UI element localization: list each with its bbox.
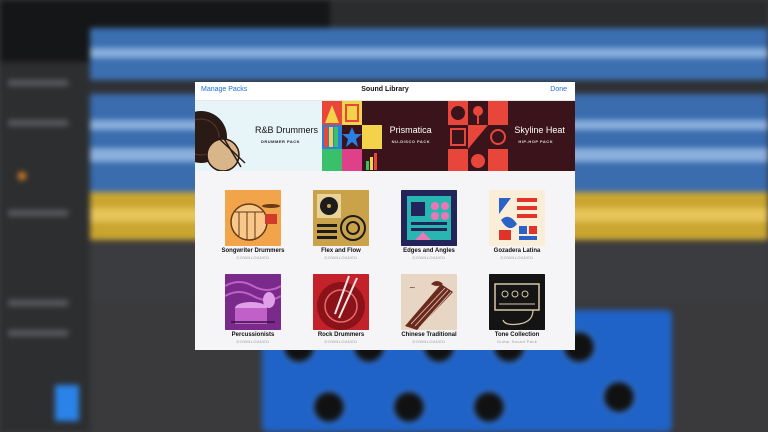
featured-banners: R&B Drummers DRUMMER PACK Prismatica NU-…: [195, 101, 575, 172]
banner-prismatica[interactable]: Prismatica NU-DISCO PACK: [321, 101, 449, 172]
drum-kit-icon: [195, 111, 246, 172]
pack-chinese-traditional[interactable]: ~ Chinese Traditional DOWNLOADED: [385, 274, 473, 344]
pack-status: DOWNLOADED: [324, 339, 358, 344]
pack-status: DOWNLOADED: [500, 255, 534, 260]
banner-skyline-heat[interactable]: Skyline Heat HIP-HOP PACK: [448, 101, 575, 172]
banner-rnb-drummers[interactable]: R&B Drummers DRUMMER PACK: [195, 101, 322, 172]
pack-status: Guitar Sound Pack: [496, 339, 538, 344]
abstract-pattern-icon: [489, 190, 545, 246]
drum-kit-icon: [225, 190, 281, 246]
pack-name: Chinese Traditional: [401, 332, 457, 338]
banner-subtitle: NU-DISCO PACK: [391, 139, 431, 144]
pack-name: Gozadera Latina: [493, 248, 541, 254]
banner-subtitle: DRUMMER PACK: [261, 139, 301, 144]
sound-pack-grid: Songwriter Drummers DOWNLOADED Flex and …: [195, 171, 575, 350]
pack-status: DOWNLOADED: [236, 255, 270, 260]
pack-tone-collection[interactable]: Tone Collection Guitar Sound Pack: [473, 274, 561, 344]
geometric-shapes-icon: [401, 190, 457, 246]
pack-name: Percussionists: [231, 332, 275, 338]
banner-title: Prismatica: [389, 125, 432, 135]
pack-flex-and-flow[interactable]: Flex and Flow DOWNLOADED: [297, 190, 385, 260]
pack-status: DOWNLOADED: [324, 255, 358, 260]
pack-name: Tone Collection: [494, 332, 540, 338]
svg-text:~: ~: [409, 283, 416, 292]
amplifier-icon: [489, 274, 545, 330]
pack-status: DOWNLOADED: [412, 339, 446, 344]
pack-status: DOWNLOADED: [236, 339, 270, 344]
pack-songwriter-drummers[interactable]: Songwriter Drummers DOWNLOADED: [209, 190, 297, 260]
pack-name: Rock Drummers: [317, 332, 365, 338]
banner-subtitle: HIP-HOP PACK: [518, 139, 554, 144]
sound-library-modal: Manage Packs Sound Library Done R&B Drum…: [195, 82, 575, 350]
ruler: [330, 0, 768, 28]
pack-percussionists[interactable]: Percussionists DOWNLOADED: [209, 274, 297, 344]
record-dot-icon: [18, 172, 26, 180]
guzheng-icon: ~: [401, 274, 457, 330]
pack-rock-drummers[interactable]: Rock Drummers DOWNLOADED: [297, 274, 385, 344]
track-header-panel: [0, 0, 90, 432]
pack-name: Edges and Angles: [403, 248, 455, 254]
pack-edges-and-angles[interactable]: Edges and Angles DOWNLOADED: [385, 190, 473, 260]
banner-title: Skyline Heat: [514, 125, 565, 135]
pack-name: Flex and Flow: [321, 248, 361, 254]
geometric-pattern-icon: [321, 101, 382, 172]
pack-gozadera-latina[interactable]: Gozadera Latina DOWNLOADED: [473, 190, 561, 260]
turntable-icon: [313, 190, 369, 246]
drumsticks-icon: [313, 274, 369, 330]
percussion-icon: [225, 274, 281, 330]
done-button[interactable]: Done: [550, 86, 567, 93]
pack-status: DOWNLOADED: [412, 255, 446, 260]
banner-title: R&B Drummers: [255, 125, 319, 135]
modal-header: Manage Packs Sound Library Done: [195, 82, 575, 101]
pack-name: Songwriter Drummers: [221, 248, 285, 254]
microphone-pattern-icon: [448, 101, 509, 172]
modal-title: Sound Library: [361, 86, 409, 93]
